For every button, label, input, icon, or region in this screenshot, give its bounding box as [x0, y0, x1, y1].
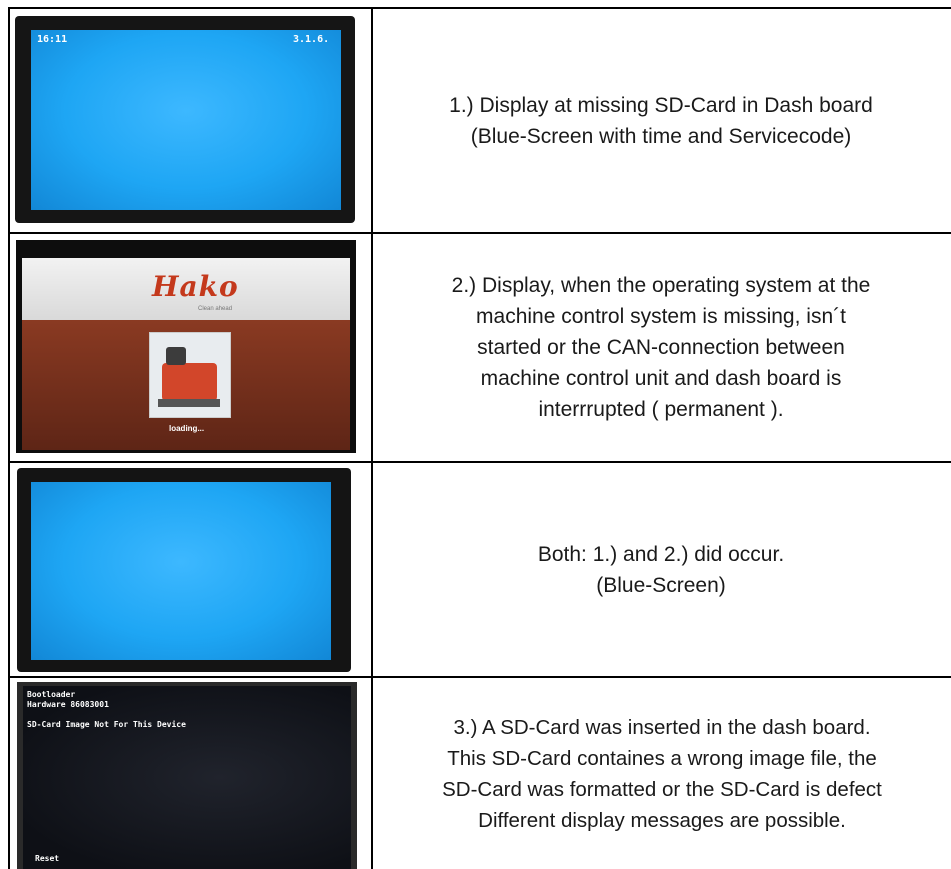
- loading-text: loading...: [169, 424, 205, 433]
- row2-line: interrrupted ( permanent ).: [538, 398, 784, 421]
- hako-logo: Hako: [152, 270, 239, 303]
- machine-base: [158, 399, 220, 407]
- row4-description: 3.) A SD-Card was inserted in the dash b…: [373, 678, 951, 869]
- row4-line: SD-Card was formatted or the SD-Card is …: [442, 777, 882, 801]
- tagline: Clean ahead: [198, 306, 233, 312]
- machine-image: [149, 332, 231, 418]
- sd-card-message: SD-Card Image Not For This Device: [27, 720, 186, 729]
- machine-body: [162, 363, 217, 401]
- row2-line: machine control system is missing, isn´t: [476, 305, 846, 328]
- row3-display-photo: [17, 468, 351, 672]
- row4-line: 3.) A SD-Card was inserted in the dash b…: [453, 715, 871, 739]
- bootloader-title: Bootloader: [27, 690, 76, 699]
- service-code-readout: 3.1.6.: [293, 34, 330, 45]
- blue-screen: [31, 482, 331, 660]
- row1-line: 1.) Display at missing SD-Card in Dash b…: [449, 93, 873, 117]
- row1-description: 1.) Display at missing SD-Card in Dash b…: [373, 9, 949, 232]
- hardware-id: Hardware 86083001: [27, 700, 109, 709]
- row4-line: This SD-Card containes a wrong image fil…: [447, 746, 877, 770]
- row3-description: Both: 1.) and 2.) did occur. (Blue-Scree…: [373, 463, 949, 676]
- row2-line: started or the CAN-connection between: [477, 336, 845, 359]
- row2-description: 2.) Display, when the operating system a…: [373, 234, 949, 461]
- blue-screen: [31, 30, 341, 210]
- row4-line: Different display messages are possible.: [478, 808, 846, 832]
- row2-line: machine control unit and dash board is: [480, 367, 842, 390]
- reset-label: Reset: [35, 854, 60, 863]
- table-border-left: [8, 7, 10, 869]
- row3-line: Both: 1.) and 2.) did occur.: [537, 542, 785, 566]
- row1-display-photo: 16:11 3.1.6.: [15, 16, 355, 223]
- row1-line: (Blue-Screen with time and Servicecode): [470, 124, 852, 148]
- bootloader-screen: [23, 686, 351, 869]
- row2-display-photo: Hako Clean ahead loading...: [16, 240, 356, 453]
- machine-seat: [166, 347, 186, 365]
- row2-line: 2.) Display, when the operating system a…: [451, 274, 871, 297]
- time-readout: 16:11: [37, 34, 68, 45]
- row4-display-photo: Bootloader Hardware 86083001 SD-Card Ima…: [17, 682, 357, 869]
- row3-line: (Blue-Screen): [596, 573, 726, 597]
